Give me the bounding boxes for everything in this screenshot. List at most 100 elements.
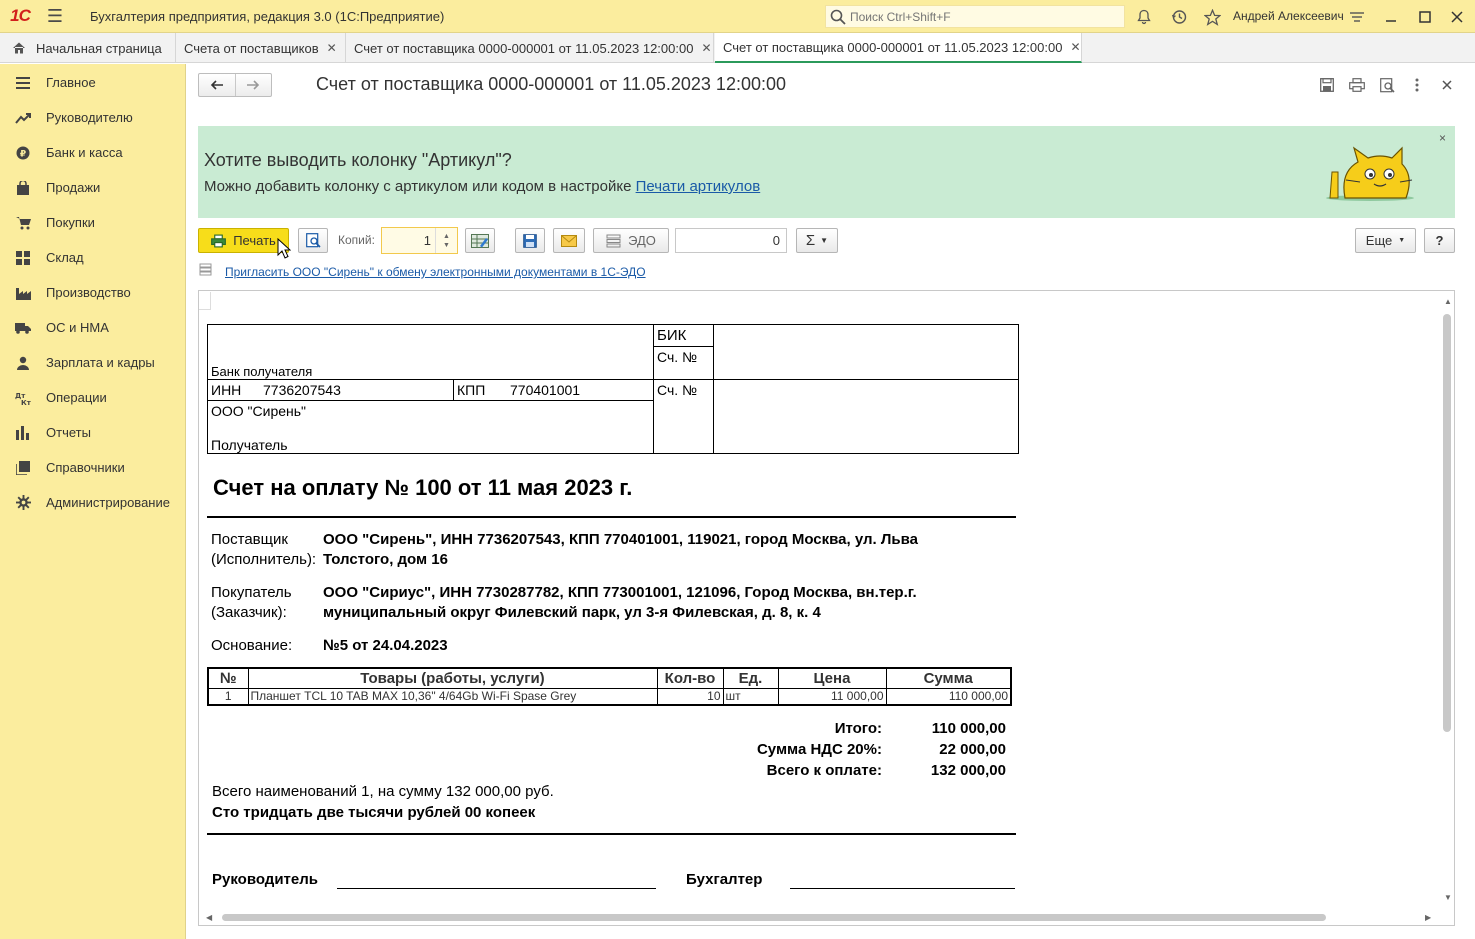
printer-icon[interactable] xyxy=(1346,74,1368,96)
copies-value[interactable]: 1 xyxy=(424,233,431,248)
sidebar-item-label: Покупки xyxy=(46,215,95,230)
inn-label: ИНН xyxy=(211,382,242,398)
basis-label: Основание: xyxy=(211,637,293,654)
more-button[interactable]: Еще ▼ xyxy=(1355,228,1416,253)
preview-icon[interactable] xyxy=(1376,74,1398,96)
supplier-details-1: ООО "Сирень", ИНН 7736207543, КПП 770401… xyxy=(323,531,918,548)
tab-home[interactable]: Начальная страница xyxy=(0,33,176,63)
table-cell: 11 000,00 xyxy=(777,687,887,706)
spin-up-icon[interactable]: ▲ xyxy=(443,232,450,241)
maximize-icon[interactable] xyxy=(1414,6,1436,28)
help-button[interactable]: ? xyxy=(1424,228,1455,253)
sidebar-item-main[interactable]: Главное xyxy=(0,65,186,100)
horizontal-scrollbar[interactable] xyxy=(222,914,1326,921)
bell-icon[interactable] xyxy=(1133,6,1155,28)
edit-mode-button[interactable] xyxy=(465,228,495,253)
sidebar-item-sales[interactable]: Продажи xyxy=(0,170,186,205)
save-file-button[interactable] xyxy=(515,228,545,253)
more-vertical-icon[interactable] xyxy=(1406,74,1428,96)
sidebar-item-reports[interactable]: Отчеты xyxy=(0,415,186,450)
edo-button[interactable]: ЭДО xyxy=(593,228,669,253)
table-cell: 110 000,00 xyxy=(885,687,1012,706)
head-signature-line xyxy=(337,888,656,889)
close-window-icon[interactable] xyxy=(1446,6,1468,28)
sidebar-item-administration[interactable]: Администрирование xyxy=(0,485,186,520)
scroll-left-icon[interactable]: ◀ xyxy=(206,913,212,922)
sidebar-item-label: Продажи xyxy=(46,180,101,195)
sidebar-item-warehouse[interactable]: Склад xyxy=(0,240,186,275)
copies-spinner[interactable]: ▲ ▼ xyxy=(435,228,457,253)
sidebar-item-purchases[interactable]: Покупки xyxy=(0,205,186,240)
close-form-icon[interactable] xyxy=(1436,74,1458,96)
selected-sum-field[interactable]: 0 xyxy=(675,228,787,253)
close-tab-icon[interactable]: ✕ xyxy=(327,41,337,55)
search-input[interactable] xyxy=(850,9,1120,24)
kpp-value: 770401001 xyxy=(510,382,581,398)
sum-mode-button[interactable]: Σ ▼ xyxy=(796,228,838,253)
tab-supplier-invoice[interactable]: Счет от поставщика 0000-000001 от 11.05.… xyxy=(346,33,714,63)
vertical-scrollbar[interactable] xyxy=(1443,314,1451,732)
history-navigation xyxy=(198,73,272,97)
copies-field[interactable]: 1 ▲ ▼ xyxy=(381,227,458,254)
global-search[interactable] xyxy=(825,5,1125,28)
books-icon xyxy=(0,460,46,475)
accountant-signature-label: Бухгалтер xyxy=(686,871,763,888)
settings-lines-icon[interactable] xyxy=(1346,6,1368,28)
recipient-account-label: Сч. № xyxy=(657,382,698,398)
menu-lines-icon xyxy=(0,76,46,89)
forward-arrow-icon[interactable] xyxy=(236,74,272,96)
send-email-button[interactable] xyxy=(553,228,585,253)
save-disk-icon[interactable] xyxy=(1316,74,1338,96)
column-header: Сумма xyxy=(885,667,1012,689)
preview-button[interactable] xyxy=(298,228,328,253)
total-value: 110 000,00 xyxy=(931,720,1006,737)
sidebar-item-operations[interactable]: Дт Кт Операции xyxy=(0,380,186,415)
sidebar-item-salary[interactable]: Зарплата и кадры xyxy=(0,345,186,380)
close-tab-icon[interactable]: ✕ xyxy=(701,41,711,55)
sidebar-item-director[interactable]: Руководителю xyxy=(0,100,186,135)
main-menu-icon[interactable]: ☰ xyxy=(40,0,70,33)
sidebar-item-label: Производство xyxy=(46,285,131,300)
ruble-coin-icon: ₽ xyxy=(0,146,46,160)
back-arrow-icon[interactable] xyxy=(199,74,236,96)
debit-credit-icon: Дт Кт xyxy=(0,391,46,405)
spin-down-icon[interactable]: ▼ xyxy=(443,241,450,250)
sidebar-item-production[interactable]: Производство xyxy=(0,275,186,310)
sidebar-item-label: Главное xyxy=(46,75,96,90)
minimize-icon[interactable] xyxy=(1380,6,1402,28)
banner-close-icon[interactable]: × xyxy=(1439,131,1446,145)
sidebar-item-label: Операции xyxy=(46,390,107,405)
tab-label: Счета от поставщиков xyxy=(184,40,319,56)
tab-supplier-invoices[interactable]: Счета от поставщиков ✕ xyxy=(176,33,346,63)
recipient-name: ООО "Сирень" xyxy=(211,403,307,419)
person-icon xyxy=(0,356,46,370)
app-logo[interactable]: 1С xyxy=(0,0,40,33)
scroll-down-icon[interactable]: ▼ xyxy=(1444,893,1452,902)
goods-table: № Товары (работы, услуги) Кол-во Ед. Цен… xyxy=(207,667,1012,706)
edo-stack-icon xyxy=(606,234,621,247)
scroll-up-icon[interactable]: ▲ xyxy=(1444,297,1452,306)
column-header: Кол-во xyxy=(656,667,724,689)
close-tab-icon[interactable]: ✕ xyxy=(1070,40,1080,54)
tab-supplier-invoice-print[interactable]: Счет от поставщика 0000-000001 от 11.05.… xyxy=(715,33,1082,63)
grid-line xyxy=(453,379,454,400)
warehouse-icon xyxy=(0,250,46,265)
user-name[interactable]: Андрей Алексеевич xyxy=(1233,9,1344,23)
scroll-right-icon[interactable]: ▶ xyxy=(1425,913,1431,922)
tab-label: Счет от поставщика 0000-000001 от 11.05.… xyxy=(354,40,694,56)
grid-line xyxy=(207,379,1019,380)
total-label: Итого: xyxy=(834,720,882,737)
gear-icon xyxy=(0,495,46,510)
favorites-star-icon[interactable] xyxy=(1201,6,1223,28)
history-icon[interactable] xyxy=(1168,6,1190,28)
sidebar-item-fixed-assets[interactable]: ОС и НМА xyxy=(0,310,186,345)
edo-invite-icon xyxy=(199,263,213,279)
sidebar-item-references[interactable]: Справочники xyxy=(0,450,186,485)
sidebar-item-bank[interactable]: ₽ Банк и касса xyxy=(0,135,186,170)
invite-edo-link[interactable]: Пригласить ООО "Сирень" к обмену электро… xyxy=(225,265,646,279)
print-button-label: Печать xyxy=(233,233,276,248)
table-cell: шт xyxy=(722,687,779,706)
print-articles-link[interactable]: Печати артикулов xyxy=(636,178,761,195)
print-button[interactable]: Печать xyxy=(198,228,289,253)
buyer-label: Покупатель xyxy=(211,584,292,601)
